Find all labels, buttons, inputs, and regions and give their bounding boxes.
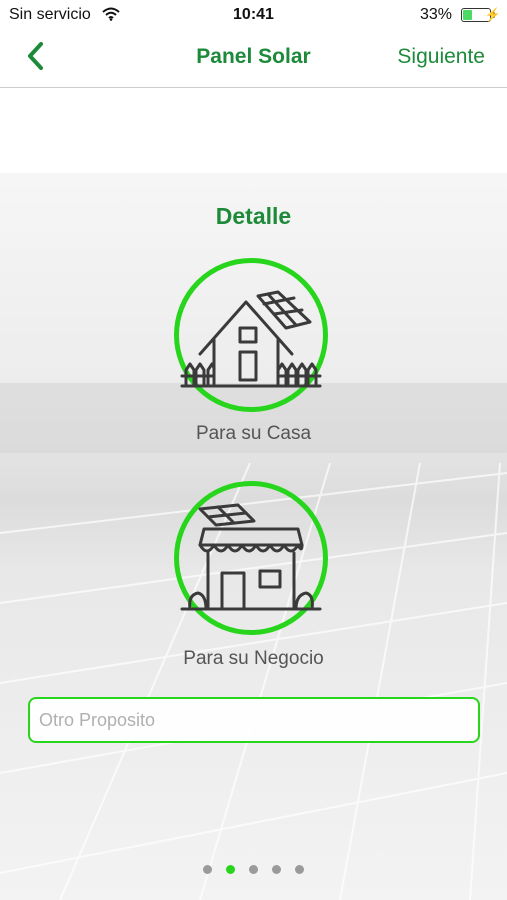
- section-title: Detalle: [215, 203, 292, 229]
- charging-bolt-icon: ⚡: [484, 7, 501, 22]
- status-bar: Sin servicio 10:41 33% ⚡: [0, 0, 507, 30]
- other-purpose-input[interactable]: [30, 699, 478, 741]
- option-casa[interactable]: Para su Casa: [0, 258, 507, 448]
- page-indicator: [0, 861, 507, 879]
- option-negocio[interactable]: Para su Negocio: [0, 481, 507, 671]
- nav-bar: Panel Solar Siguiente: [0, 30, 507, 88]
- option-negocio-label: Para su Negocio: [183, 648, 324, 669]
- page-dot[interactable]: [226, 865, 235, 874]
- page-dot[interactable]: [295, 865, 304, 874]
- page-dot[interactable]: [272, 865, 281, 874]
- battery-percent: 33%: [419, 6, 452, 23]
- option-casa-label: Para su Casa: [195, 423, 312, 444]
- shop-solar-icon: [180, 503, 322, 611]
- page-dot[interactable]: [249, 865, 258, 874]
- content-area: Detalle Para su Casa Para su Negocio Otr…: [0, 173, 507, 900]
- next-button[interactable]: Siguiente: [397, 45, 485, 69]
- page-dot[interactable]: [203, 865, 212, 874]
- other-purpose-field: [28, 697, 480, 743]
- house-solar-icon: [180, 290, 322, 388]
